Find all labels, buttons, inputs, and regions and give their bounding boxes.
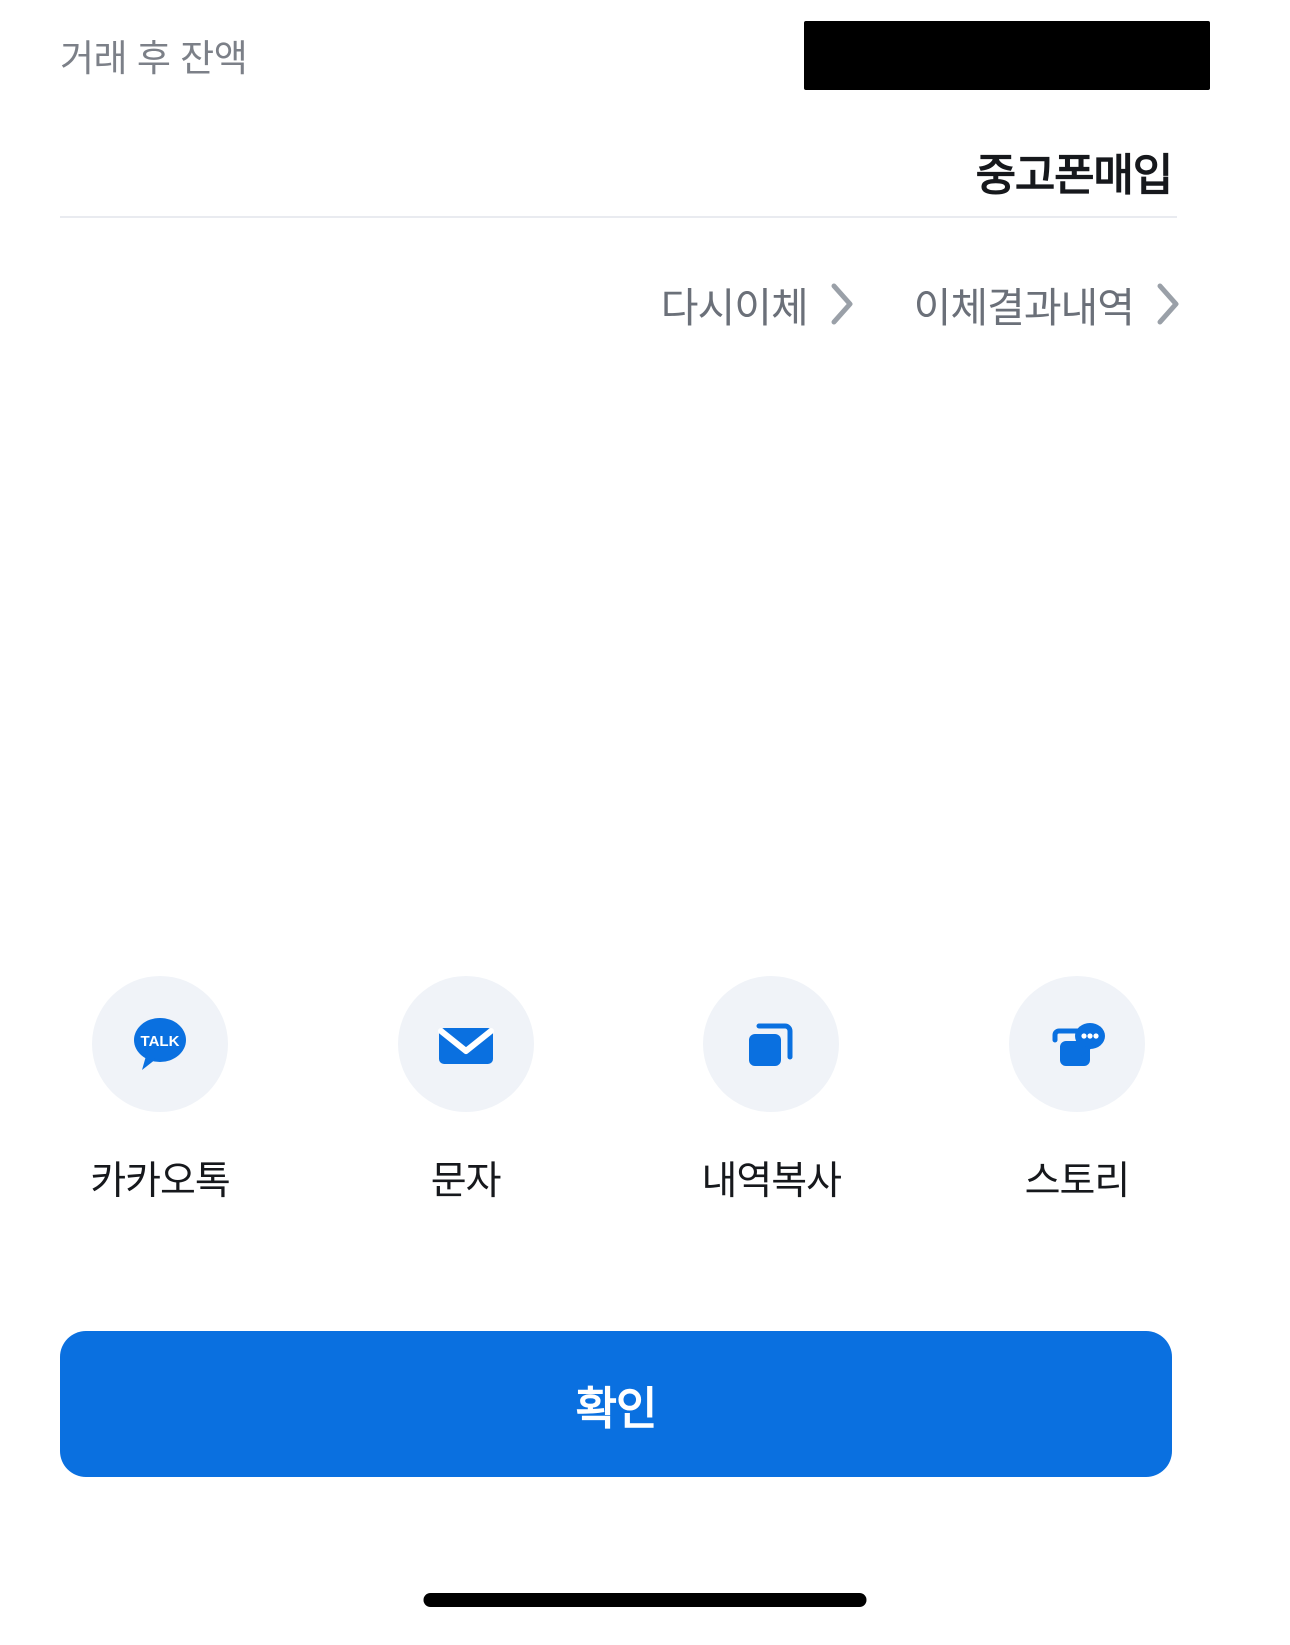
home-indicator bbox=[423, 1593, 867, 1607]
merchant-name: 중고폰매입 bbox=[975, 151, 1174, 200]
merchant-row: 중고폰매입 bbox=[0, 128, 1290, 214]
share-action-story[interactable]: 스토리 bbox=[977, 976, 1177, 1206]
balance-value-redacted bbox=[804, 20, 1210, 90]
chevron-right-icon bbox=[1156, 282, 1182, 326]
confirm-button[interactable]: 확인 bbox=[60, 1331, 1172, 1477]
chevron-right-icon bbox=[830, 282, 856, 326]
share-action-copy[interactable]: 내역복사 bbox=[671, 976, 871, 1206]
share-actions-row: TALK 카카오톡 문자 내역복사 스토리 bbox=[60, 976, 1177, 1206]
share-action-sms-label: 문자 bbox=[430, 1160, 502, 1203]
share-action-kakaotalk-label: 카카오톡 bbox=[90, 1160, 231, 1203]
quick-link-transfer-again-label: 다시이체 bbox=[660, 285, 809, 331]
quick-links-row: 다시이체 이체결과내역 bbox=[661, 268, 1182, 340]
balance-summary-row: 거래 후 잔액 bbox=[0, 0, 1290, 110]
share-action-copy-label: 내역복사 bbox=[701, 1160, 843, 1203]
story-chat-icon bbox=[1008, 976, 1145, 1112]
balance-label: 거래 후 잔액 bbox=[60, 38, 248, 79]
transfer-result-screen: 거래 후 잔액 중고폰매입 다시이체 이체결과내역 TALK 카카오톡 문자 내… bbox=[0, 0, 1290, 1645]
share-action-sms[interactable]: 문자 bbox=[366, 976, 566, 1206]
quick-link-transfer-again[interactable]: 다시이체 bbox=[661, 268, 856, 340]
section-divider bbox=[60, 216, 1177, 218]
quick-link-transfer-history[interactable]: 이체결과내역 bbox=[914, 268, 1182, 340]
quick-link-transfer-history-label: 이체결과내역 bbox=[913, 285, 1135, 331]
kakaotalk-icon: TALK bbox=[92, 976, 228, 1112]
svg-text:TALK: TALK bbox=[141, 1033, 180, 1050]
copy-icon bbox=[703, 976, 840, 1112]
share-action-kakaotalk[interactable]: TALK 카카오톡 bbox=[60, 976, 260, 1206]
share-action-story-label: 스토리 bbox=[1024, 1160, 1131, 1203]
envelope-icon bbox=[397, 976, 534, 1112]
